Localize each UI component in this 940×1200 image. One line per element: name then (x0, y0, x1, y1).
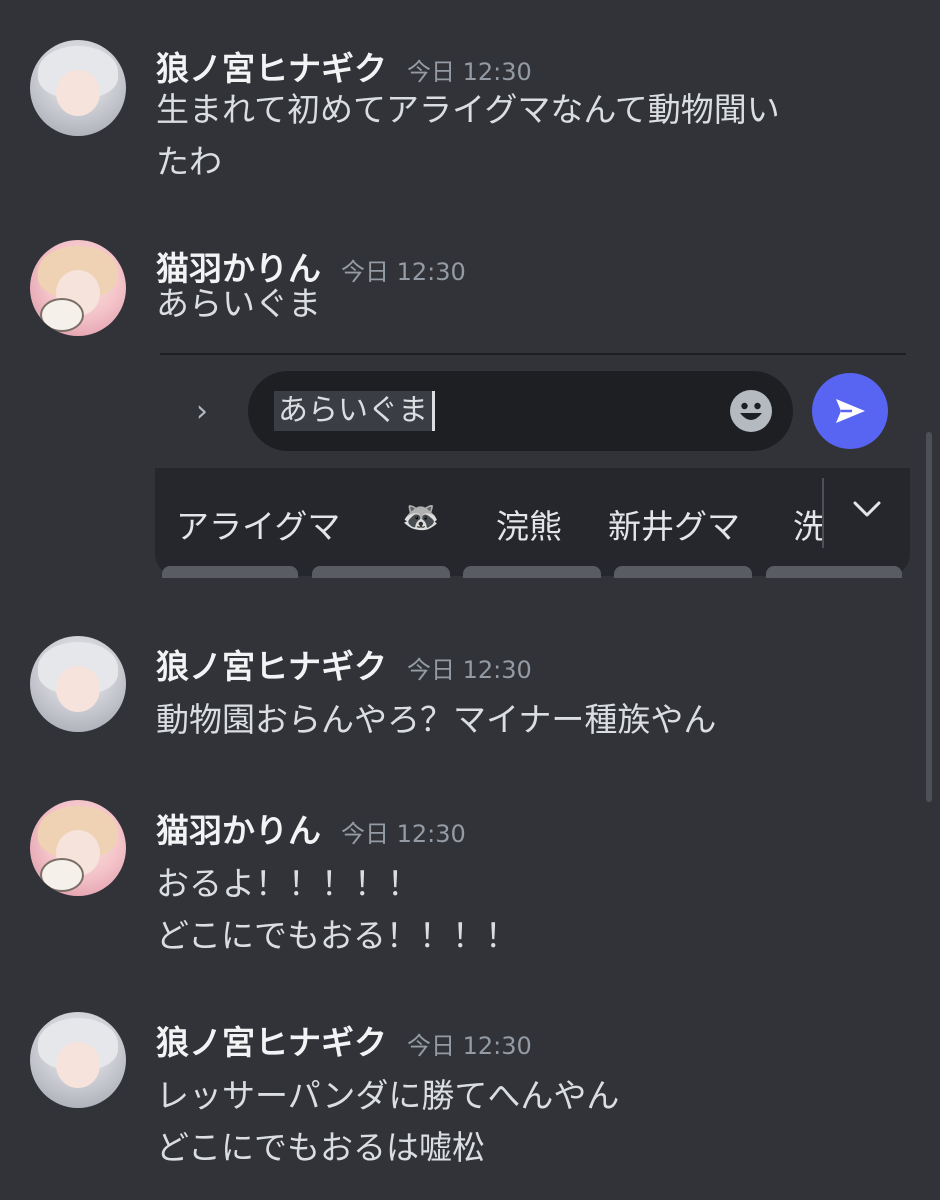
smiley-face-icon[interactable] (730, 390, 772, 432)
paper-plane-icon (836, 399, 865, 423)
message-input-value[interactable]: あらいぐま (274, 391, 435, 431)
ime-candidate[interactable]: 新井グマ (608, 500, 740, 548)
message-text: 動物園おらんやろ？マイナー種族やん (156, 694, 896, 746)
avatar[interactable] (30, 800, 126, 896)
message-text: 生まれて初めてアライグマなんて動物聞い たわ (156, 84, 896, 188)
timestamp: 今日 12:30 (407, 1032, 532, 1060)
author-name[interactable]: 狼ノ宮ヒナギク (156, 647, 387, 686)
send-button[interactable] (812, 373, 888, 449)
timestamp: 今日 12:30 (407, 656, 532, 684)
message-line: あらいぐま (156, 284, 321, 323)
message-text: おるよ！！！！！ どこにでもおる！！！！ (156, 858, 896, 962)
avatar[interactable] (30, 240, 126, 336)
message-text: レッサーパンダに勝てへんやん どこにでもおるは嘘松 (156, 1070, 896, 1174)
message-line: おるよ！！！！！ (156, 864, 420, 903)
timestamp: 今日 12:30 (407, 58, 532, 86)
keyboard-key[interactable] (463, 566, 601, 578)
message-line: 生まれて初めてアライグマなんて動物聞い (156, 90, 780, 129)
keyboard-key[interactable] (766, 566, 902, 578)
message-line: たわ (156, 142, 222, 181)
author-name[interactable]: 狼ノ宮ヒナギク (156, 1023, 387, 1062)
keyboard-key[interactable] (312, 566, 450, 578)
timestamp: 今日 12:30 (341, 820, 466, 848)
candidate-separator (822, 478, 824, 548)
avatar[interactable] (30, 1012, 126, 1108)
ime-candidate[interactable]: 🦝 (402, 500, 439, 535)
ime-candidate[interactable]: アライグマ (176, 500, 340, 548)
keyboard-key[interactable] (162, 566, 298, 578)
scrollbar[interactable] (926, 432, 932, 802)
divider (160, 353, 906, 355)
avatar[interactable] (30, 40, 126, 136)
ime-candidate[interactable]: 洗 (793, 500, 823, 548)
message-line: どこにでもおる！！！！ (156, 916, 519, 955)
message-line: レッサーパンダに勝てへんやん (156, 1076, 620, 1115)
keyboard-key[interactable] (614, 566, 752, 578)
ime-candidate[interactable]: 浣熊 (496, 500, 562, 548)
avatar[interactable] (30, 636, 126, 732)
chevron-down-icon[interactable] (852, 493, 882, 528)
message-line: どこにでもおるは嘘松 (156, 1128, 486, 1167)
message-line: 動物園おらんやろ？マイナー種族やん (156, 700, 717, 739)
message-text: あらいぐま (156, 278, 896, 330)
author-name[interactable]: 狼ノ宮ヒナギク (156, 49, 387, 88)
author-name[interactable]: 猫羽かりん (156, 811, 321, 850)
expand-actions-button[interactable]: › (196, 394, 208, 429)
